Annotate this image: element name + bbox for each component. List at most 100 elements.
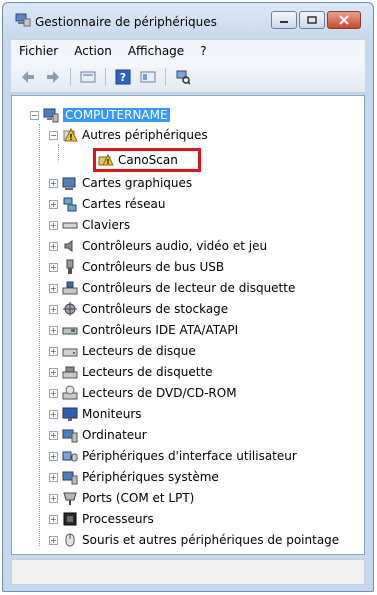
processor-icon	[62, 511, 78, 527]
expand-toggle[interactable]: +	[49, 325, 58, 335]
tree-node-category[interactable]: + Contrôleurs audio, vidéo et jeu	[49, 237, 267, 255]
device-manager-icon	[15, 13, 31, 27]
tree-node-label: Lecteurs de DVD/CD-ROM	[82, 386, 237, 400]
expand-toggle[interactable]: +	[49, 451, 58, 461]
expand-toggle[interactable]: +	[49, 178, 58, 188]
tree-node-label: Contrôleurs de lecteur de disquette	[82, 281, 296, 295]
tree-node-category[interactable]: + Claviers	[49, 216, 130, 234]
speaker-icon	[62, 238, 78, 254]
expand-toggle[interactable]: +	[49, 493, 58, 503]
unknown-device-icon: !	[62, 127, 78, 143]
tree-node-label: Contrôleurs de bus USB	[82, 260, 225, 274]
usb-icon	[62, 259, 78, 275]
view-icon[interactable]	[137, 66, 159, 88]
device-manager-window: Gestionnaire de périphériques Fichier Ac…	[2, 2, 374, 592]
tree-root-node[interactable]: − COMPUTERNAME	[30, 106, 170, 124]
tree-node-category[interactable]: + Cartes réseau	[49, 195, 165, 213]
tree-node-label: Lecteurs de disquette	[82, 365, 213, 379]
expand-toggle[interactable]: +	[49, 535, 58, 545]
highlight-box	[93, 148, 201, 172]
tree-node-category[interactable]: + Moniteurs	[49, 405, 142, 423]
toolbar-separator	[165, 68, 166, 86]
tree-node-label: Ports (COM et LPT)	[82, 491, 195, 505]
collapse-toggle[interactable]: −	[49, 130, 58, 140]
expand-toggle[interactable]: +	[49, 241, 58, 251]
expand-toggle[interactable]: +	[49, 283, 58, 293]
menu-fichier[interactable]: Fichier	[11, 44, 66, 58]
system-device-icon	[62, 469, 78, 485]
storage-controller-icon	[62, 301, 78, 317]
tree-node-category[interactable]: + Contrôleurs de stockage	[49, 300, 228, 318]
menu-affichage[interactable]: Affichage	[120, 44, 192, 58]
tree-node-label: Moniteurs	[82, 407, 142, 421]
back-arrow-icon[interactable]	[17, 66, 39, 88]
tree-root-label: COMPUTERNAME	[63, 108, 170, 122]
forward-arrow-icon[interactable]	[42, 66, 64, 88]
tree-node-label: Périphériques d'interface utilisateur	[82, 449, 297, 463]
tree-node-label: Contrôleurs de stockage	[82, 302, 229, 316]
tree-node-label: Processeurs	[82, 512, 154, 526]
properties-icon[interactable]	[77, 66, 99, 88]
expand-toggle[interactable]: +	[49, 262, 58, 272]
status-bar	[11, 559, 365, 585]
expand-toggle[interactable]: +	[49, 388, 58, 398]
tree-node-category[interactable]: + Cartes graphiques	[49, 174, 192, 192]
menu-bar: Fichier Action Affichage ?	[11, 39, 365, 62]
tree-node-other-devices[interactable]: − ! Autres périphériques	[49, 126, 208, 144]
menu-action[interactable]: Action	[66, 44, 120, 58]
collapse-toggle[interactable]: −	[30, 110, 39, 120]
ide-controller-icon	[62, 322, 78, 338]
svg-text:?: ?	[120, 71, 126, 84]
tree-node-label: Lecteurs de disque	[82, 344, 196, 358]
tree-node-label: Périphériques système	[82, 470, 219, 484]
tree-node-label: Ordinateur	[82, 428, 147, 442]
expand-toggle[interactable]: +	[49, 346, 58, 356]
window-title: Gestionnaire de périphériques	[35, 15, 217, 29]
tree-node-category[interactable]: + Périphériques système	[49, 468, 219, 486]
toolbar-separator	[70, 68, 71, 86]
monitor-icon	[62, 406, 78, 422]
expand-toggle[interactable]: +	[49, 220, 58, 230]
expand-toggle[interactable]: +	[49, 514, 58, 524]
mouse-icon	[62, 532, 78, 548]
tree-guide	[58, 144, 59, 162]
tree-node-category[interactable]: + Processeurs	[49, 510, 154, 528]
title-bar[interactable]: Gestionnaire de périphériques	[3, 3, 373, 37]
expand-toggle[interactable]: +	[49, 430, 58, 440]
tree-node-category[interactable]: + Contrôleurs IDE ATA/ATAPI	[49, 321, 238, 339]
expand-toggle[interactable]: +	[49, 472, 58, 482]
network-adapter-icon	[62, 196, 78, 212]
tree-node-category[interactable]: + Souris et autres périphériques de point…	[49, 531, 339, 549]
tree-node-label: Souris et autres périphériques de pointa…	[82, 533, 340, 547]
tree-node-label: Cartes graphiques	[82, 176, 193, 190]
tree-node-category[interactable]: + Lecteurs de disquette	[49, 363, 213, 381]
tree-node-label: Contrôleurs audio, vidéo et jeu	[82, 239, 268, 253]
menu-help[interactable]: ?	[192, 44, 214, 58]
expand-toggle[interactable]: +	[49, 199, 58, 209]
disk-drive-icon	[62, 343, 78, 359]
tree-node-category[interactable]: + Contrôleurs de lecteur de disquette	[49, 279, 295, 297]
expand-toggle[interactable]: +	[49, 304, 58, 314]
tree-node-category[interactable]: + Lecteurs de DVD/CD-ROM	[49, 384, 237, 402]
tree-node-label: Contrôleurs IDE ATA/ATAPI	[82, 323, 239, 337]
expand-toggle[interactable]: +	[49, 409, 58, 419]
tree-node-category[interactable]: + Lecteurs de disque	[49, 342, 196, 360]
tree-node-category[interactable]: + Ports (COM et LPT)	[49, 489, 194, 507]
tree-node-category[interactable]: + Ordinateur	[49, 426, 147, 444]
floppy-controller-icon	[62, 280, 78, 296]
close-button[interactable]	[327, 11, 361, 29]
expand-toggle[interactable]: +	[49, 367, 58, 377]
minimize-button[interactable]	[271, 11, 297, 29]
maximize-button[interactable]	[299, 11, 325, 29]
dvd-drive-icon	[62, 385, 78, 401]
keyboard-icon	[62, 217, 78, 233]
tree-node-category[interactable]: + Périphériques d'interface utilisateur	[49, 447, 297, 465]
svg-text:!: !	[69, 133, 73, 142]
scan-hardware-icon[interactable]	[172, 66, 194, 88]
hid-icon	[62, 448, 78, 464]
computer-small-icon	[62, 427, 78, 443]
tree-node-category[interactable]: + Contrôleurs de bus USB	[49, 258, 224, 276]
tree-node-label: Cartes réseau	[82, 197, 166, 211]
device-tree[interactable]: − COMPUTERNAME − ! Autres périphériques …	[11, 95, 365, 555]
help-icon[interactable]: ?	[112, 66, 134, 88]
